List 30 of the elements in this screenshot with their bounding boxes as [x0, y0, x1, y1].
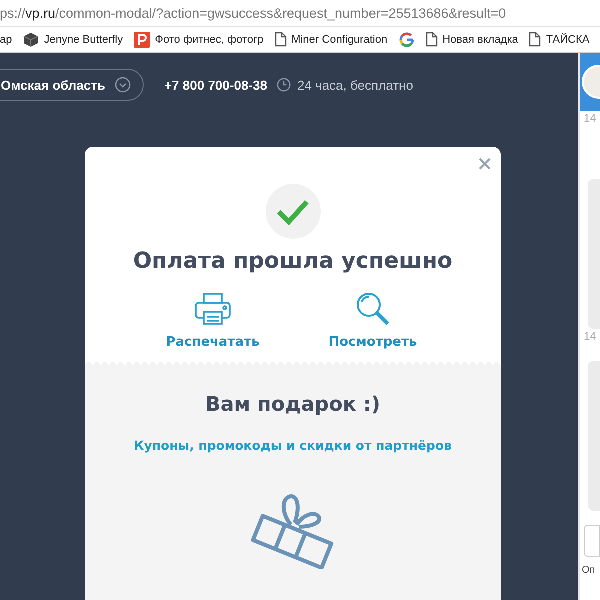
bookmark[interactable]: Jenyne Butterfly: [23, 32, 124, 48]
printer-icon[interactable]: [195, 293, 231, 325]
message-time: 14: [584, 113, 598, 125]
chat-input-hint: Оп: [582, 565, 596, 576]
print-link[interactable]: Распечатать: [166, 335, 260, 350]
bookmark[interactable]: Фото фитнес, фотогр: [134, 32, 264, 48]
clock-icon: [277, 78, 292, 92]
letter-p-icon: [134, 32, 150, 48]
message-time: 14: [584, 331, 598, 343]
bookmark[interactable]: Miner Configuration: [274, 32, 388, 47]
bookmark[interactable]: Новая вкладка: [426, 32, 518, 47]
page-icon: [426, 32, 438, 47]
magnifier-icon[interactable]: [356, 292, 390, 326]
close-icon[interactable]: [479, 158, 491, 170]
page-icon: [274, 32, 287, 47]
modal-title: Оплата прошла успешно: [133, 249, 453, 274]
attach-button[interactable]: [584, 525, 600, 557]
bookmark[interactable]: ар: [0, 34, 12, 46]
bookmark[interactable]: ТАЙСКА: [529, 32, 590, 47]
view-link[interactable]: Посмотреть: [328, 335, 418, 350]
chevron-down-icon: [115, 77, 132, 93]
gift-title: Вам подарок :): [206, 392, 380, 416]
cube-icon: [23, 32, 40, 48]
phone-number[interactable]: +7 800 700-08-38: [164, 78, 268, 92]
hours-text: 24 часа, бесплатно: [297, 78, 414, 92]
url-text: ps://vp.ru/common-modal/?action=gwsuccess&request_number=25513686&result=0: [0, 6, 506, 20]
address-bar[interactable]: ps://vp.ru/common-modal/?action=gwsuccess&request_number=25513686&result=0: [0, 0, 600, 27]
page-icon: [529, 32, 542, 47]
region-selector[interactable]: Омская область: [0, 69, 144, 101]
google-icon[interactable]: [398, 32, 415, 48]
